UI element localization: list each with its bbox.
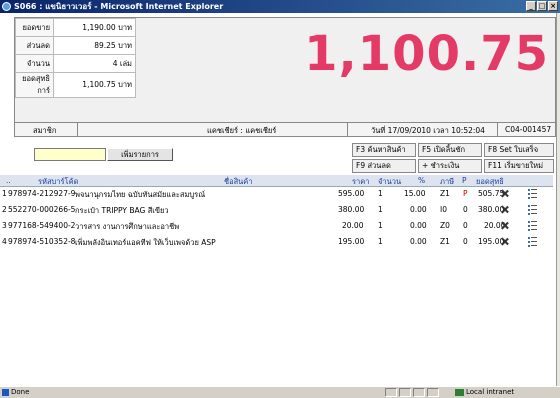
header-marker: .. (6, 176, 11, 185)
status-pane (385, 388, 397, 397)
window-titlebar: S066 : แขนิธาวเวอร์ - Microsoft Internet… (0, 0, 560, 13)
row-price: 20.00 (342, 221, 364, 230)
row-number: 2 (2, 205, 7, 214)
datetime-label: วันที่ 17/09/2010 เวลา 10:52:04 (371, 126, 485, 135)
row-barcode: 978974-510352-8 (8, 237, 76, 246)
row-tax: Z1 (440, 237, 450, 246)
row-tax: Z0 (440, 221, 450, 230)
row-p-flag: 0 (463, 237, 468, 246)
summary-row: ส่วนลด 89.25 บาท (15, 36, 136, 55)
summary-label: ยอดสุทธิการ์ (15, 72, 54, 98)
row-p-flag: 0 (463, 221, 468, 230)
row-price: 380.00 (338, 205, 365, 214)
status-bar: Done Local intranet (0, 386, 560, 397)
summary-label: ยอดขาย (15, 18, 54, 37)
zone-label: Local intranet (466, 388, 515, 396)
row-name: เพิ่มพลังอินเทอร์แอคทีฟ ให้เว็บเพจด้วย A… (75, 238, 216, 247)
summary-value: 1,100.75 บาท (53, 72, 136, 98)
status-pane (413, 388, 425, 397)
row-name: วารสาร งานการศึกษาและอาชีพ (75, 222, 180, 231)
row-tax: I0 (440, 205, 447, 214)
row-qty: 1 (378, 205, 383, 214)
status-pane (399, 388, 411, 397)
row-p-flag: P (463, 189, 468, 198)
close-button[interactable]: × (548, 1, 558, 11)
grand-total: 1,100.75 (304, 26, 549, 82)
summary-value: 1,190.00 บาท (53, 18, 136, 37)
delete-row-icon[interactable] (500, 189, 509, 198)
status-pane (427, 388, 439, 397)
summary-label: จำนวน (15, 54, 54, 73)
header-percent[interactable]: % (418, 176, 425, 185)
summary-row: ยอดขาย 1,190.00 บาท (15, 18, 136, 37)
vertical-scrollbar[interactable] (556, 13, 560, 386)
row-qty: 1 (378, 221, 383, 230)
row-percent: 0.00 (410, 237, 427, 246)
row-barcode: 978974-212927-9 (8, 189, 76, 198)
summary-row: ยอดสุทธิการ์ 1,100.75 บาท (15, 72, 136, 98)
table-row[interactable]: 4 978974-510352-8 เพิ่มพลังอินเทอร์แอคที… (0, 235, 553, 249)
summary-row: จำนวน 4 เล่ม (15, 54, 136, 73)
row-name: กระเป๋า TRIPPY BAG สีเขียว (75, 206, 169, 215)
cashier-label: แคชเชียร์ : แคชเชียร์ (207, 126, 277, 135)
row-number: 4 (2, 237, 7, 246)
page-content: ยอดขาย 1,190.00 บาท ส่วนลด 89.25 บาท จำนวน… (0, 13, 556, 386)
member-label: สมาชิก (33, 126, 57, 135)
row-price: 195.00 (338, 237, 365, 246)
add-item-button[interactable]: เพิ่มรายการ (107, 148, 173, 161)
row-name: พจนานุกรมไทย ฉบับทันสมัยและสมบูรณ์ (75, 190, 206, 199)
row-barcode: 552270-000266-5 (8, 205, 76, 214)
maximize-button[interactable]: □ (537, 1, 547, 11)
delete-row-icon[interactable] (500, 205, 509, 214)
summary-panel: ยอดขาย 1,190.00 บาท ส่วนลด 89.25 บาท จำนวน… (14, 17, 556, 126)
header-p[interactable]: P (462, 176, 467, 185)
pay-button[interactable]: + ชำระเงิน (418, 159, 482, 173)
row-details-icon[interactable] (528, 237, 537, 247)
row-details-icon[interactable] (528, 221, 537, 231)
delete-row-icon[interactable] (500, 237, 509, 246)
f8-receipt-button[interactable]: F8 Set ใบเสร็จ (484, 143, 554, 157)
grid-header: .. รหัสบาร์โค้ด ชื่อสินค้า ราคา จำนวน % … (0, 175, 553, 187)
row-qty: 1 (378, 189, 383, 198)
summary-value: 89.25 บาท (53, 36, 136, 55)
table-row[interactable]: 1 978974-212927-9 พจนานุกรมไทย ฉบับทันสม… (0, 187, 553, 201)
summary-table: ยอดขาย 1,190.00 บาท ส่วนลด 89.25 บาท จำนวน… (15, 18, 136, 98)
row-p-flag: 0 (463, 205, 468, 214)
table-row[interactable]: 2 552270-000266-5 กระเป๋า TRIPPY BAG สีเ… (0, 203, 553, 217)
window-title: S066 : แขนิธาวเวอร์ - Microsoft Internet… (14, 2, 224, 11)
summary-value: 4 เล่ม (53, 54, 136, 73)
status-text: Done (11, 388, 30, 396)
delete-row-icon[interactable] (500, 221, 509, 230)
row-details-icon[interactable] (528, 189, 537, 199)
row-percent: 0.00 (410, 221, 427, 230)
row-number: 1 (2, 189, 7, 198)
row-percent: 0.00 (410, 205, 427, 214)
minimize-button[interactable]: _ (526, 1, 536, 11)
f3-search-button[interactable]: F3 ค้นหาสินค้า (352, 143, 416, 157)
f5-drawer-button[interactable]: F5 เปิดลิ้นชัก (418, 143, 482, 157)
summary-label: ส่วนลด (15, 36, 54, 55)
barcode-input[interactable] (34, 148, 106, 161)
intranet-zone-icon (455, 389, 464, 396)
f11-new-sale-button[interactable]: F11 เริ่มขายใหม่ (484, 159, 554, 173)
row-qty: 1 (378, 237, 383, 246)
info-bar: สมาชิก แคชเชียร์ : แคชเชียร์ วันที่ 17/0… (14, 122, 556, 137)
receipt-number: C04-001457 (505, 125, 552, 134)
row-tax: Z1 (440, 189, 450, 198)
table-row[interactable]: 3 977168-549400-2 วารสาร งานการศึกษาและอ… (0, 219, 553, 233)
f9-discount-button[interactable]: F9 ส่วนลด (352, 159, 416, 173)
row-percent: 15.00 (404, 189, 426, 198)
row-details-icon[interactable] (528, 205, 537, 215)
row-price: 595.00 (338, 189, 365, 198)
page-done-icon (2, 389, 9, 396)
row-number: 3 (2, 221, 7, 230)
ie-icon (2, 2, 11, 11)
row-barcode: 977168-549400-2 (8, 221, 76, 230)
